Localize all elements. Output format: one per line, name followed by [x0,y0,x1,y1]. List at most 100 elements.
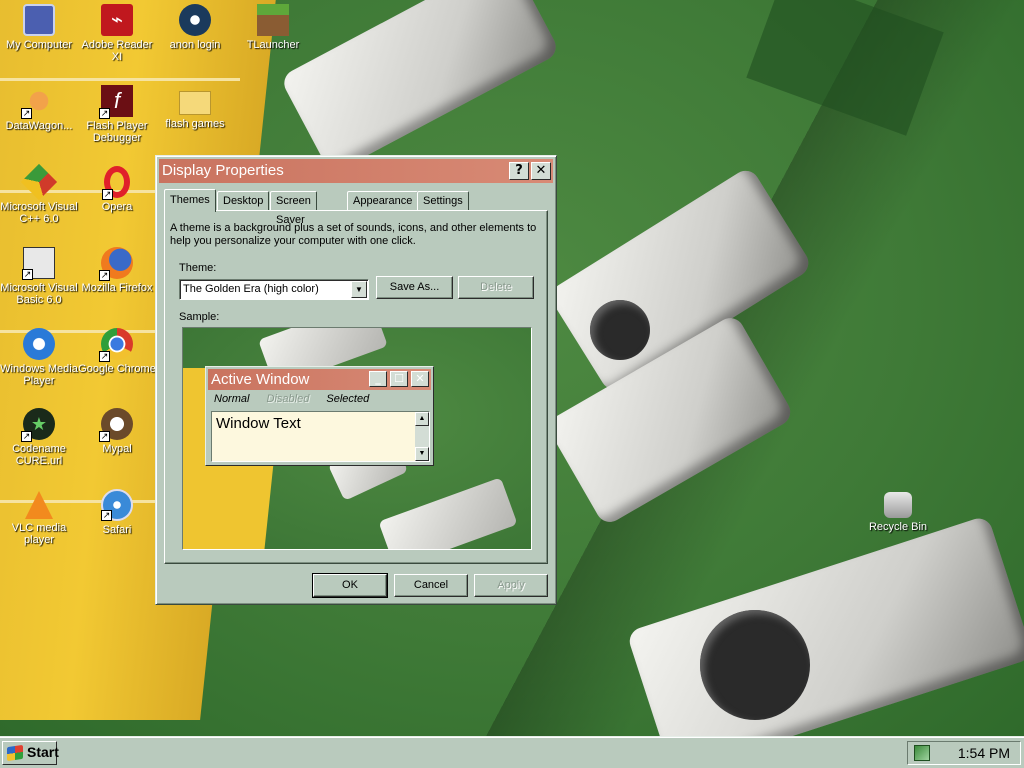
maximize-icon: ☐ [390,371,408,387]
sample-scrollbar: ▲ ▼ [415,412,429,461]
icon-label: anon login [169,39,221,51]
tab-desktop[interactable]: Desktop [217,191,270,211]
desktop-icon-anon-login[interactable]: anon login [156,4,234,51]
wallpaper-cart [279,0,561,175]
windows-logo-icon [7,744,23,762]
desktop-icon-codename-cure[interactable]: ★ ↗ Codename CURE.url [0,408,78,467]
desktop-icon-opera[interactable]: ↗ Opera [78,166,156,213]
sample-wallpaper-cart [378,477,518,549]
desktop-icon-datawagon[interactable]: ↗ DataWagon... [0,85,78,132]
icon-label: Microsoft Visual Basic 6.0 [0,282,78,306]
folder-icon [179,91,211,115]
cancel-button[interactable]: Cancel [394,574,468,597]
sample-menu-row: Normal Disabled Selected [214,393,383,405]
icon-label: TLauncher [246,39,300,51]
save-as-button[interactable]: Save As... [376,276,453,299]
shortcut-arrow-icon: ↗ [102,189,113,200]
safari-icon: ↗ [101,489,133,521]
icon-label: DataWagon... [5,120,73,132]
icon-label: My Computer [5,39,73,51]
flash-icon: f ↗ [99,85,133,119]
shortcut-arrow-icon: ↗ [99,270,110,281]
theme-label: Theme: [179,262,217,274]
delete-button[interactable]: Delete [458,276,534,299]
wallpaper-shadow [746,0,944,136]
wallpaper-tire [590,300,650,360]
minimize-icon: _ [369,371,387,387]
theme-dropdown-value: The Golden Era (high color) [183,283,319,295]
theme-description: A theme is a background plus a set of so… [170,222,537,247]
taskbar[interactable]: Start 1:54 PM [0,736,1024,768]
desktop-icon-visual-cpp[interactable]: Microsoft Visual C++ 6.0 [0,163,78,225]
shortcut-arrow-icon: ↗ [99,351,110,362]
desktop-icon-visual-basic[interactable]: ↗ Microsoft Visual Basic 6.0 [0,247,78,306]
media-player-icon [23,328,55,360]
sample-menu-normal: Normal [214,393,250,405]
mypal-icon: ↗ [99,408,133,442]
display-properties-window[interactable]: Display Properties ? ✕ Themes Desktop Sc… [155,155,557,605]
tab-settings[interactable]: Settings [417,191,469,211]
wallpaper-cart [626,514,1024,736]
shortcut-arrow-icon: ↗ [21,108,32,119]
desktop-icon-chrome[interactable]: ↗ Google Chrome [78,328,156,375]
tab-themes[interactable]: Themes [164,189,216,212]
desktop-icon-vlc[interactable]: VLC media player [0,489,78,546]
sample-active-window: Active Window _ ☐ ✕ Normal Disabled Sele… [205,366,434,466]
shortcut-arrow-icon: ↗ [22,269,33,280]
pdf-icon: ⌁ [101,4,133,36]
chevron-down-icon[interactable]: ▼ [351,281,367,298]
wallpaper-stripe [0,78,240,81]
desktop-icon-recycle-bin[interactable]: Recycle Bin [859,488,937,533]
tray-network-icon[interactable] [914,745,930,761]
ok-button[interactable]: OK [312,573,388,598]
vlc-icon [25,491,53,519]
icon-label: Recycle Bin [868,521,928,533]
icon-label: Flash Player Debugger [86,120,148,144]
desktop-icon-media-player[interactable]: Windows Media Player [0,328,78,387]
desktop-icon-flash-games[interactable]: flash games [156,85,234,130]
recycle-bin-icon [884,492,912,518]
close-button[interactable]: ✕ [531,162,551,180]
desktop-icon-mypal[interactable]: ↗ Mypal [78,408,156,455]
sample-menu-selected: Selected [326,393,370,405]
icon-label: Mozilla Firefox [81,282,153,294]
opera-icon: ↗ [102,166,130,200]
visual-cpp-icon [20,163,58,201]
icon-label: Safari [102,524,132,536]
icon-label: Codename CURE.url [12,443,66,467]
grass-block-icon [257,4,289,36]
sample-window-text: Window Text [216,415,301,432]
desktop-icon-adobe-reader[interactable]: ⌁ Adobe Reader XI [78,4,156,63]
system-tray: 1:54 PM [907,741,1021,765]
desktop-icon-firefox[interactable]: ↗ Mozilla Firefox [78,247,156,294]
start-button[interactable]: Start [2,741,59,765]
desktop-icon-flash-player[interactable]: f ↗ Flash Player Debugger [78,85,156,144]
icon-label: VLC media player [11,522,67,546]
desktop-icon-safari[interactable]: ↗ Safari [78,489,156,536]
tab-screen-saver[interactable]: Screen Saver [270,191,317,226]
help-button[interactable]: ? [509,162,529,180]
sample-menu-disabled: Disabled [266,393,310,405]
desktop[interactable]: My Computer ⌁ Adobe Reader XI anon login… [0,0,1024,736]
tab-appearance[interactable]: Appearance [347,191,419,211]
sample-titlebar: Active Window _ ☐ ✕ [208,369,431,390]
apply-button[interactable]: Apply [474,574,548,597]
icon-label: Google Chrome [78,363,156,375]
clock[interactable]: 1:54 PM [958,745,1010,761]
theme-dropdown[interactable]: The Golden Era (high color) ▼ [179,279,369,300]
chrome-icon: ↗ [99,328,133,362]
desktop-icon-my-computer[interactable]: My Computer [0,4,78,51]
computer-icon [23,4,55,36]
window-titlebar[interactable]: Display Properties ? ✕ [159,159,553,183]
theme-sample-preview: Active Window _ ☐ ✕ Normal Disabled Sele… [182,327,532,550]
shortcut-arrow-icon: ↗ [101,510,112,521]
scroll-up-icon: ▲ [415,412,429,426]
shortcut-arrow-icon: ↗ [99,108,110,119]
steam-icon [179,4,211,36]
icon-label: Opera [101,201,133,213]
scroll-down-icon: ▼ [415,447,429,461]
icon-label: Adobe Reader XI [81,39,153,63]
sample-title: Active Window [211,371,310,388]
desktop-icon-tlauncher[interactable]: TLauncher [234,4,312,51]
start-label: Start [27,744,59,760]
